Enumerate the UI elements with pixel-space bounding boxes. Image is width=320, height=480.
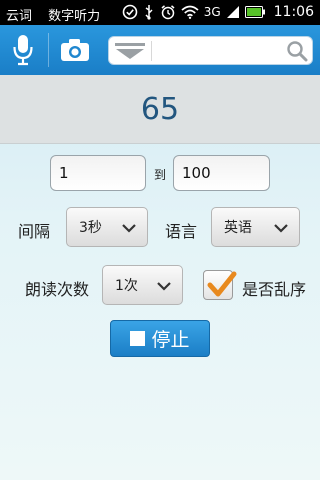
interval-label: 间隔 bbox=[18, 222, 51, 241]
chevron-down-icon bbox=[274, 224, 288, 233]
signal-icon bbox=[226, 2, 240, 22]
status-notifications: 云词 数字听力 bbox=[6, 5, 112, 24]
camera-icon bbox=[61, 39, 89, 61]
alarm-clock-icon bbox=[160, 2, 176, 22]
checkmark-icon bbox=[207, 271, 237, 297]
status-indicators: 3G 11:06 bbox=[122, 2, 314, 22]
stop-icon bbox=[130, 331, 146, 346]
range-to-label: 到 bbox=[154, 168, 167, 182]
microphone-icon bbox=[13, 35, 33, 66]
battery-icon bbox=[244, 2, 265, 22]
search-icon[interactable] bbox=[286, 40, 308, 62]
repeat-count-label: 朗读次数 bbox=[25, 280, 90, 299]
top-toolbar bbox=[0, 25, 320, 75]
language-selected-value: 英语 bbox=[224, 220, 252, 236]
number-display-panel: 65 bbox=[0, 75, 320, 144]
status-app-name-1: 云词 bbox=[6, 9, 33, 24]
interval-select[interactable]: 3秒 bbox=[66, 207, 148, 247]
camera-button[interactable] bbox=[58, 33, 92, 67]
dropdown-triangle-icon[interactable] bbox=[115, 42, 145, 60]
voice-input-button[interactable] bbox=[6, 33, 40, 67]
search-input[interactable] bbox=[108, 36, 313, 65]
chevron-down-icon bbox=[157, 282, 171, 291]
usb-icon bbox=[143, 2, 155, 22]
chevron-down-icon bbox=[122, 224, 136, 233]
shuffle-checkbox[interactable] bbox=[203, 270, 237, 300]
stop-button[interactable]: 停止 bbox=[110, 320, 210, 357]
repeat-count-select[interactable]: 1次 bbox=[102, 265, 183, 305]
interval-selected-value: 3秒 bbox=[79, 220, 102, 236]
language-select[interactable]: 英语 bbox=[211, 207, 300, 247]
status-bar: 云词 数字听力 3G 11:06 bbox=[0, 0, 320, 25]
stop-button-label: 停止 bbox=[151, 329, 190, 351]
current-number: 65 bbox=[140, 91, 180, 127]
language-label: 语言 bbox=[165, 222, 198, 241]
shuffle-label: 是否乱序 bbox=[242, 280, 307, 299]
clock-time: 11:06 bbox=[273, 4, 314, 20]
range-to-input[interactable]: 100 bbox=[173, 155, 270, 191]
status-app-name-2: 数字听力 bbox=[48, 9, 101, 24]
range-from-input[interactable]: 1 bbox=[50, 155, 146, 191]
repeat-count-selected-value: 1次 bbox=[115, 278, 138, 294]
wifi-icon bbox=[181, 2, 199, 22]
network-type-label: 3G bbox=[203, 5, 221, 19]
search-divider bbox=[151, 41, 152, 61]
toolbar-divider bbox=[48, 33, 49, 67]
check-circle-icon bbox=[122, 2, 138, 22]
